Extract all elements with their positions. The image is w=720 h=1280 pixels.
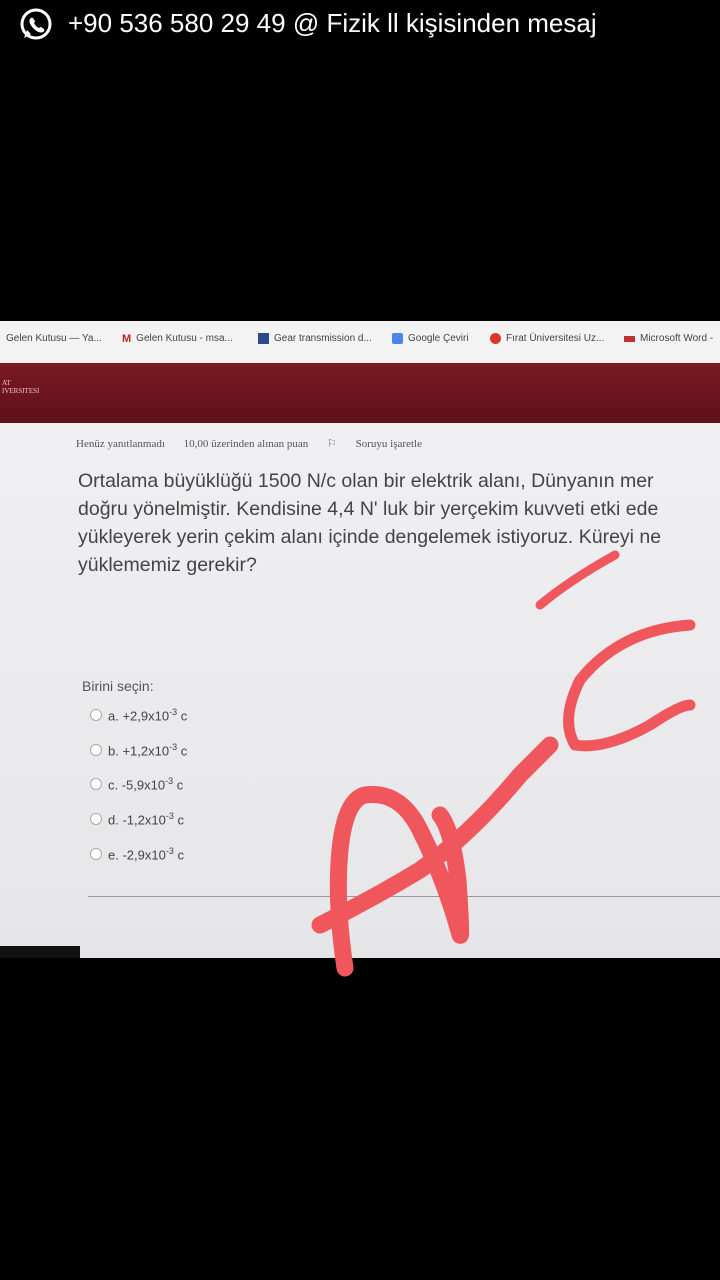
- flag-question-link[interactable]: ⚐ Soruyu işaretle: [327, 438, 438, 450]
- question-points: 10,00 üzerinden alınan puan: [183, 438, 309, 450]
- whatsapp-icon: [20, 8, 52, 40]
- university-header: AT IVERSITESI: [0, 363, 720, 423]
- option-label: c. -5,9x10-3 c: [108, 776, 184, 793]
- question-line: doğru yönelmiştir. Kendisine 4,4 N' luk …: [78, 498, 659, 520]
- page-icon: [258, 333, 269, 344]
- option-c[interactable]: c. -5,9x10-3 c: [90, 776, 183, 792]
- flag-icon: ⚐: [327, 438, 337, 450]
- radio-button[interactable]: [90, 848, 102, 861]
- bookmark-label: Gear transmission d...: [274, 333, 372, 344]
- option-label: e. -2,9x10-3 c: [108, 846, 184, 863]
- university-logo: AT IVERSITESI: [2, 379, 39, 395]
- question-line: yükleyerek yerin çekim alanı içinde deng…: [78, 526, 662, 548]
- notification-text: +90 536 580 29 49 @ Fizik ll kişisinden …: [68, 8, 597, 38]
- bookmark-label: Microsoft Word -: [640, 333, 714, 344]
- choose-label: Birini seçin:: [82, 678, 154, 694]
- logo-line2: IVERSITESI: [2, 387, 40, 395]
- question-meta: Henüz yanıtlanmadı 10,00 üzerinden alına…: [76, 437, 454, 450]
- option-label: a. +2,9x10-3 c: [108, 707, 188, 724]
- divider: [88, 896, 720, 897]
- option-d[interactable]: d. -1,2x10-3 c: [90, 811, 184, 827]
- gmail-icon: M: [122, 333, 132, 345]
- university-icon: [490, 333, 501, 344]
- question-text: Ortalama büyüklüğü 1500 N/c olan bir ele…: [78, 467, 720, 579]
- bookmark-yahoo[interactable]: Gelen Kutusu — Ya...: [6, 333, 102, 344]
- bookmark-gmail[interactable]: M Gelen Kutusu - msa...: [122, 333, 233, 345]
- question-line: yüklememiz gerekir?: [78, 554, 257, 576]
- bookmark-label: Gelen Kutusu — Ya...: [6, 333, 102, 344]
- option-label: b. +1,2x10-3 c: [108, 742, 188, 759]
- translate-icon: [392, 333, 403, 344]
- bookmark-label: Fırat Üniversitesi Uz...: [506, 333, 605, 344]
- bookmark-translate[interactable]: Google Çeviri: [392, 333, 469, 344]
- bookmarks-bar: Gelen Kutusu — Ya... M Gelen Kutusu - ms…: [0, 321, 720, 363]
- question-status: Henüz yanıtlanmadı: [76, 438, 165, 450]
- word-icon: [624, 335, 635, 342]
- bookmark-label: Google Çeviri: [408, 333, 469, 344]
- radio-button[interactable]: [90, 744, 102, 757]
- radio-button[interactable]: [90, 778, 102, 791]
- radio-button[interactable]: [90, 813, 102, 826]
- photo-of-screen: Gelen Kutusu — Ya... M Gelen Kutusu - ms…: [0, 321, 720, 958]
- bookmark-word[interactable]: Microsoft Word -: [624, 333, 713, 344]
- option-a[interactable]: a. +2,9x10-3 c: [90, 707, 187, 723]
- option-label: d. -1,2x10-3 c: [108, 811, 184, 828]
- logo-line1: AT: [2, 379, 11, 387]
- bookmark-university[interactable]: Fırat Üniversitesi Uz...: [490, 333, 604, 344]
- quiz-content: Henüz yanıtlanmadı 10,00 üzerinden alına…: [0, 423, 720, 958]
- bookmark-gear[interactable]: Gear transmission d...: [258, 333, 372, 344]
- notification-bar[interactable]: +90 536 580 29 49 @ Fizik ll kişisinden …: [0, 0, 720, 52]
- dark-corner-tab: [0, 946, 80, 958]
- question-line: Ortalama büyüklüğü 1500 N/c olan bir ele…: [78, 470, 654, 492]
- flag-label: Soruyu işaretle: [355, 438, 422, 450]
- radio-button[interactable]: [90, 709, 102, 722]
- option-e[interactable]: e. -2,9x10-3 c: [90, 846, 184, 862]
- bookmark-label: Gelen Kutusu - msa...: [136, 333, 233, 344]
- option-b[interactable]: b. +1,2x10-3 c: [90, 742, 187, 758]
